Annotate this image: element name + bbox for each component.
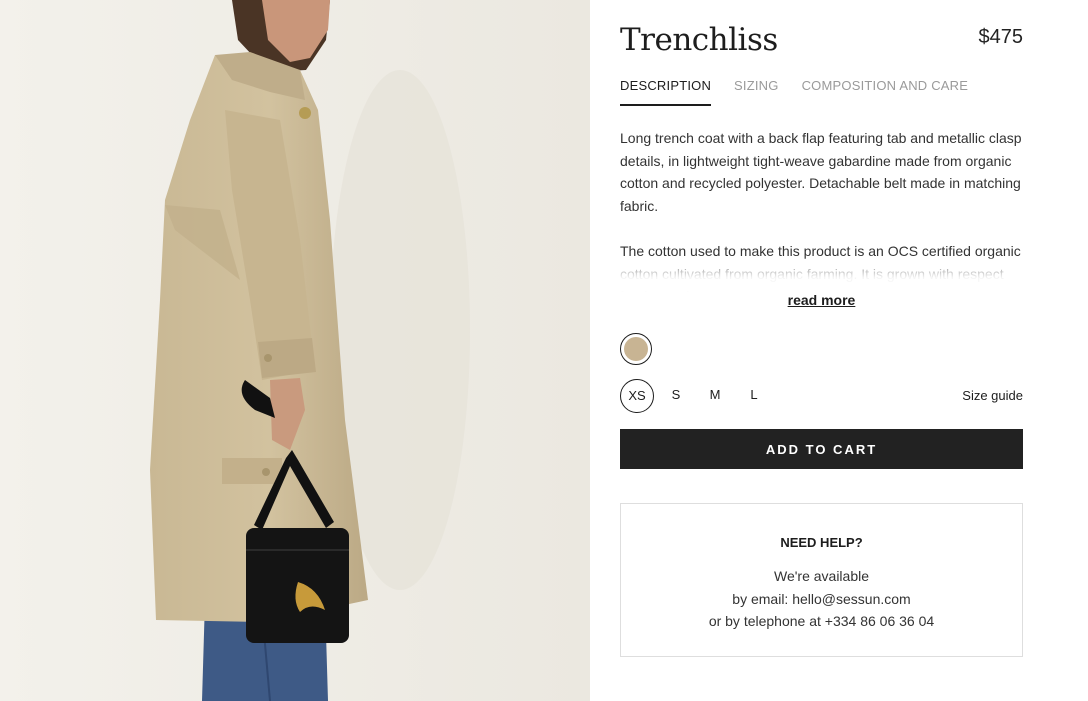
tab-description[interactable]: DESCRIPTION <box>620 78 712 106</box>
color-swatch-fill <box>624 337 648 361</box>
product-info-panel: Trenchliss $475 DESCRIPTION SIZING COMPO… <box>620 0 1023 701</box>
size-option-l[interactable]: L <box>744 379 764 411</box>
add-to-cart-button[interactable]: ADD TO CART <box>620 429 1023 469</box>
product-price: $475 <box>978 26 1024 48</box>
description-fade <box>620 258 1023 294</box>
help-email[interactable]: by email: hello@sessun.com <box>621 588 1022 611</box>
product-image[interactable] <box>0 0 590 701</box>
size-guide-link[interactable]: Size guide <box>962 379 1023 413</box>
product-page: Trenchliss $475 DESCRIPTION SIZING COMPO… <box>0 0 1088 701</box>
product-photo-illustration <box>0 0 590 701</box>
color-swatch[interactable] <box>620 333 652 365</box>
size-option-m[interactable]: M <box>704 379 726 411</box>
read-more-container: read more <box>620 292 1023 308</box>
tab-sizing[interactable]: SIZING <box>734 78 779 106</box>
help-box: NEED HELP? We're available by email: hel… <box>620 503 1023 657</box>
help-availability: We're available <box>773 568 870 584</box>
size-option-s[interactable]: S <box>666 379 686 411</box>
tab-composition-and-care[interactable]: COMPOSITION AND CARE <box>802 78 969 106</box>
product-tabs: DESCRIPTION SIZING COMPOSITION AND CARE <box>620 78 968 106</box>
product-title: Trenchliss <box>620 22 778 58</box>
description-paragraph-1: Long trench coat with a back flap featur… <box>620 130 1022 214</box>
read-more-link[interactable]: read more <box>788 292 856 308</box>
help-telephone[interactable]: or by telephone at +334 86 06 36 04 <box>621 610 1022 633</box>
help-title: NEED HELP? <box>780 535 863 550</box>
size-selector: XS S M L Size guide <box>620 379 1023 413</box>
size-option-xs[interactable]: XS <box>620 379 654 413</box>
